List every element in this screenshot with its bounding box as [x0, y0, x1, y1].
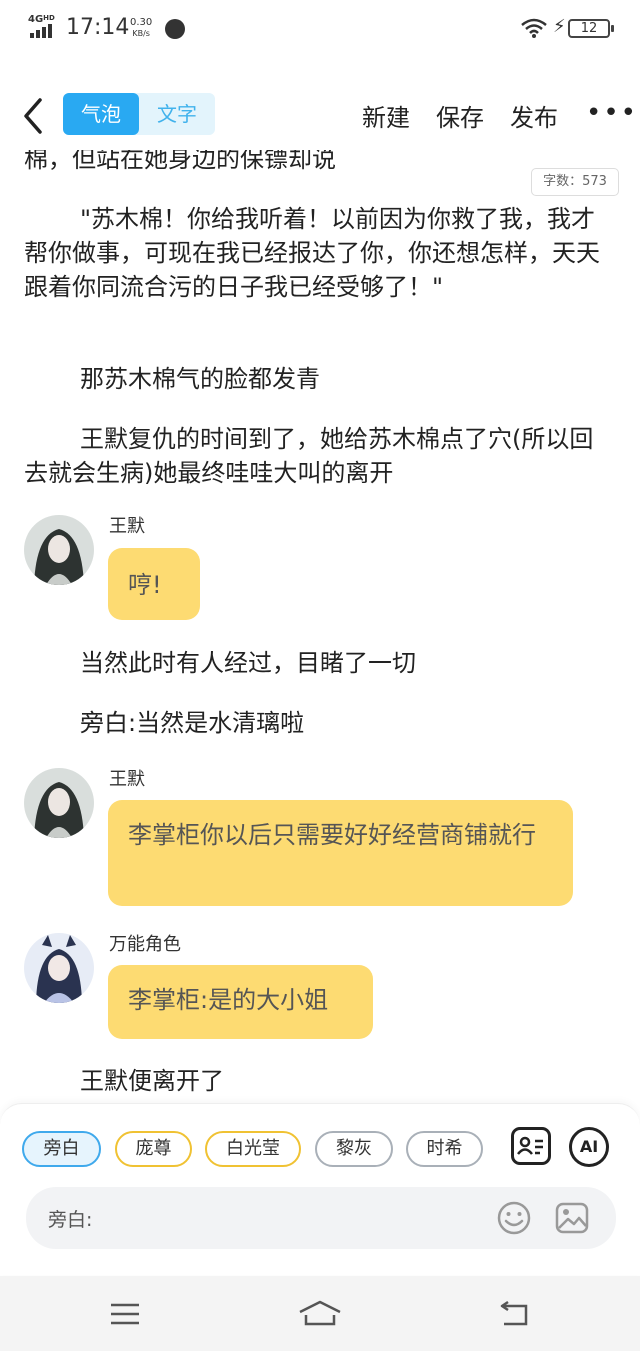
avatar[interactable]	[24, 515, 94, 585]
new-button[interactable]: 新建	[362, 98, 410, 133]
image-icon[interactable]	[554, 1200, 590, 1236]
character-chip[interactable]: 庞尊	[115, 1131, 192, 1167]
avatar[interactable]	[24, 768, 94, 838]
character-chip[interactable]: 白光莹	[205, 1131, 301, 1167]
system-nav-bar	[0, 1276, 640, 1351]
story-paragraph[interactable]: "苏木棉！你给我听着！以前因为你救了我，我才帮你做事，可现在我已经报达了你，你还…	[24, 202, 614, 304]
clock: 17:14	[66, 15, 130, 40]
story-paragraph[interactable]: 旁白:当然是水清璃啦	[24, 706, 614, 740]
back-arrow-icon[interactable]	[18, 96, 48, 136]
character-name: 万能角色	[109, 934, 181, 955]
character-card-icon[interactable]	[511, 1127, 551, 1165]
character-chip[interactable]: 旁白	[22, 1131, 101, 1167]
emoji-icon[interactable]	[496, 1200, 532, 1236]
home-icon[interactable]	[298, 1300, 342, 1326]
tab-text[interactable]: 文字	[139, 93, 215, 135]
battery-icon: 12	[568, 19, 614, 38]
chat-bubble[interactable]: 李掌柜你以后只需要好好经营商铺就行	[108, 800, 573, 906]
ai-button[interactable]: AI	[569, 1127, 609, 1167]
more-icon[interactable]: •••	[586, 100, 638, 126]
tab-bubble[interactable]: 气泡	[63, 93, 139, 135]
message-input[interactable]: 旁白:	[26, 1187, 616, 1249]
story-paragraph[interactable]: 棉，但站在她身边的保镖却说	[24, 150, 614, 176]
story-paragraph[interactable]: 王默复仇的时间到了，她给苏木棉点了穴(所以回去就会生病)她最终哇哇大叫的离开	[24, 422, 614, 490]
story-paragraph[interactable]: 那苏木棉气的脸都发青	[24, 362, 614, 396]
back-icon[interactable]	[498, 1300, 530, 1328]
publish-button[interactable]: 发布	[510, 98, 558, 133]
character-name: 王默	[109, 516, 145, 537]
mode-switch: 气泡 文字	[63, 93, 215, 135]
story-paragraph[interactable]: 当然此时有人经过，目睹了一切	[24, 646, 614, 680]
story-paragraph[interactable]: 王默便离开了	[24, 1064, 614, 1098]
wifi-icon	[521, 18, 547, 38]
status-bar: 4GHD 17:14 0.30 KB/s ⚡ 12	[0, 0, 640, 58]
save-button[interactable]: 保存	[436, 98, 484, 133]
chat-bubble[interactable]: 哼!	[108, 548, 200, 620]
story-content[interactable]: 棉，但站在她身边的保镖却说 "苏木棉！你给我听着！以前因为你救了我，我才帮你做事…	[0, 150, 640, 1102]
app-notification-icon	[165, 19, 185, 39]
character-chip[interactable]: 时希	[406, 1131, 483, 1167]
charging-icon: ⚡	[553, 16, 566, 37]
top-nav-bar: 气泡 文字 新建 保存 发布 •••	[0, 80, 640, 150]
network-speed: 0.30 KB/s	[130, 17, 153, 38]
chat-bubble[interactable]: 李掌柜:是的大小姐	[108, 965, 373, 1039]
avatar[interactable]	[24, 933, 94, 1003]
character-name: 王默	[109, 769, 145, 790]
input-speaker-label: 旁白:	[48, 1209, 93, 1231]
word-count-badge: 字数：573	[531, 168, 619, 196]
signal-icon	[30, 24, 52, 38]
menu-icon[interactable]	[110, 1302, 140, 1326]
character-chip[interactable]: 黎灰	[315, 1131, 393, 1167]
